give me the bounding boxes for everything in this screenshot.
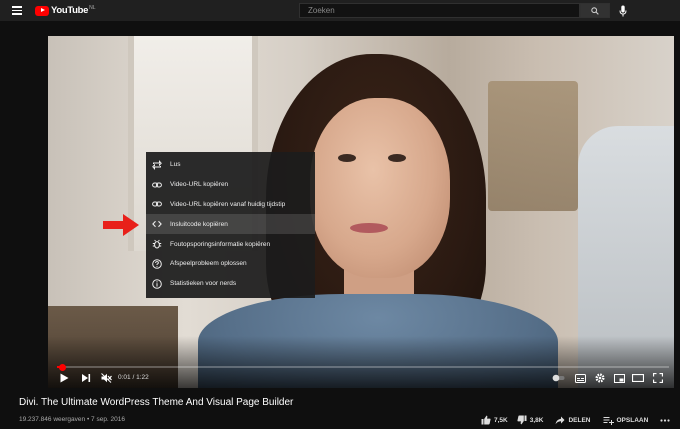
share-button[interactable]: DELEN <box>555 416 591 425</box>
embed-code-icon <box>152 219 162 229</box>
play-button[interactable] <box>58 372 70 384</box>
autoplay-toggle-icon <box>552 374 565 382</box>
context-menu-item-label: Foutopsporingsinformatie kopiëren <box>170 240 271 248</box>
youtube-play-icon <box>35 5 49 16</box>
thumbs-up-icon <box>481 415 491 425</box>
annotation-arrow-icon <box>103 214 139 236</box>
next-icon <box>82 374 91 382</box>
context-menu-item-label: Video-URL kopiëren <box>170 181 229 189</box>
share-icon <box>555 416 565 424</box>
settings-button[interactable] <box>594 372 606 384</box>
progress-scrubber-handle[interactable] <box>58 363 66 371</box>
subtitles-button[interactable] <box>574 372 586 384</box>
search-icon <box>591 6 599 15</box>
time-current: 0:01 <box>118 374 131 381</box>
theater-mode-button[interactable] <box>632 372 644 384</box>
top-bar: YouTube NL <box>0 0 680 21</box>
more-horizontal-icon <box>660 418 670 422</box>
save-label: OPSLAAN <box>616 416 649 424</box>
video-frame-lips <box>350 223 388 233</box>
context-menu-item[interactable]: Foutopsporingsinformatie kopiëren <box>146 234 315 254</box>
thumbs-down-icon <box>517 415 527 425</box>
progress-bar[interactable] <box>57 363 669 371</box>
video-frame-person-face <box>310 98 450 278</box>
context-menu-item-label: Video-URL kopiëren vanaf huidig tijdstip <box>170 200 286 208</box>
context-menu-item[interactable]: Afspeelprobleem oplossen <box>146 254 315 274</box>
like-count: 7,5K <box>494 416 508 424</box>
menu-icon[interactable] <box>12 6 22 15</box>
context-menu-item[interactable]: Video-URL kopiëren vanaf huidig tijdstip <box>146 195 315 215</box>
video-title: Divi. The Ultimate WordPress Theme And V… <box>19 397 294 408</box>
mute-button[interactable] <box>100 372 112 384</box>
video-frame-eye-left <box>338 154 356 162</box>
context-menu-item-label: Afspeelprobleem oplossen <box>170 260 247 268</box>
volume-muted-icon <box>100 373 112 383</box>
miniplayer-button[interactable] <box>613 372 625 384</box>
search-input[interactable] <box>300 4 581 17</box>
microphone-icon <box>619 5 627 16</box>
miniplayer-icon <box>613 373 625 383</box>
context-menu-item[interactable]: Lus <box>146 155 315 175</box>
context-menu-item[interactable]: Video-URL kopiëren <box>146 175 315 195</box>
subtitles-icon <box>574 373 586 383</box>
video-frame-shelf <box>488 81 578 211</box>
share-label: DELEN <box>568 416 591 424</box>
fullscreen-button[interactable] <box>652 372 664 384</box>
next-button[interactable] <box>80 372 92 384</box>
time-display: 0:01 / 1:22 <box>118 374 149 381</box>
logo-country-code: NL <box>89 4 96 11</box>
view-count: 19.237.846 weergaven <box>19 416 86 423</box>
video-meta: 19.237.846 weergaven • 7 sep. 2016 <box>19 416 125 423</box>
dislike-button[interactable]: 3,8K <box>517 415 544 425</box>
time-total: 1:22 <box>136 374 149 381</box>
theater-mode-icon <box>632 374 644 382</box>
context-menu-item-label: Insluitcode kopiëren <box>170 220 228 228</box>
link-icon <box>152 180 162 190</box>
save-button[interactable]: OPSLAAN <box>603 416 649 425</box>
loop-icon <box>152 159 162 170</box>
logo-text: YouTube <box>51 5 89 16</box>
dislike-count: 3,8K <box>529 416 544 424</box>
upload-date: 7 sep. 2016 <box>91 416 126 423</box>
context-menu-item[interactable]: Statistieken voor nerds <box>146 274 315 294</box>
context-menu-item-label: Statistieken voor nerds <box>170 280 237 288</box>
video-player[interactable] <box>48 36 674 388</box>
link-icon <box>152 199 162 209</box>
play-icon <box>60 373 69 383</box>
autoplay-toggle[interactable] <box>552 372 566 384</box>
like-button[interactable]: 7,5K <box>481 415 508 425</box>
youtube-logo[interactable]: YouTube NL <box>35 5 96 16</box>
info-icon <box>152 278 162 289</box>
context-menu-item[interactable]: Insluitcode kopiëren <box>146 214 315 235</box>
video-frame-eye-right <box>388 154 406 162</box>
like-dislike-group: 7,5K 3,8K DELEN OPSLAAN <box>481 414 648 426</box>
help-icon <box>152 259 162 269</box>
playlist-add-icon <box>603 416 614 425</box>
more-actions-button[interactable] <box>660 416 670 424</box>
search-button[interactable] <box>580 3 610 18</box>
bug-icon <box>152 239 162 249</box>
fullscreen-icon <box>653 373 663 383</box>
gear-icon <box>595 373 605 383</box>
context-menu-item-label: Lus <box>170 161 181 169</box>
player-context-menu: Lus Video-URL kopiëren Video-URL kopiëren … <box>146 152 315 298</box>
search-box <box>299 3 581 18</box>
voice-search-button[interactable] <box>618 4 628 17</box>
